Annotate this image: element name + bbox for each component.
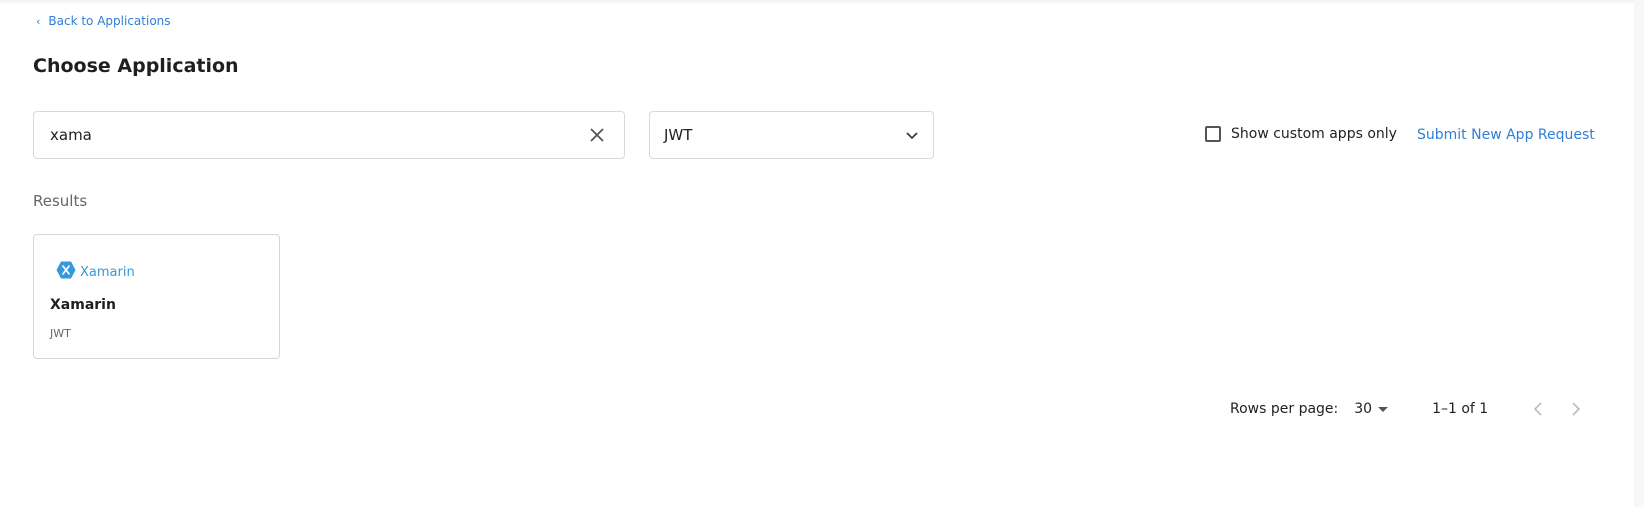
rows-per-page-select[interactable]: 30 — [1354, 401, 1389, 417]
page-range: 1–1 of 1 — [1432, 401, 1489, 417]
chevron-down-icon — [905, 126, 919, 145]
chevron-right-icon[interactable] — [1566, 399, 1586, 419]
sso-type-select[interactable]: JWT — [649, 111, 934, 159]
search-input[interactable] — [50, 126, 586, 144]
app-name: Xamarin — [50, 297, 116, 313]
close-icon[interactable] — [586, 124, 608, 146]
chevron-left-icon: ‹ — [36, 14, 41, 28]
rows-per-page-value: 30 — [1354, 401, 1373, 417]
search-field[interactable] — [33, 111, 625, 159]
custom-apps-label: Show custom apps only — [1231, 126, 1397, 142]
logo-wordmark: Xamarin — [80, 264, 135, 280]
back-link-label: Back to Applications — [48, 14, 171, 28]
select-value: JWT — [664, 126, 693, 144]
app-type: JWT — [50, 327, 71, 340]
app-logo: Xamarin — [56, 260, 135, 284]
app-card-xamarin[interactable]: Xamarin Xamarin JWT — [33, 234, 280, 359]
custom-apps-checkbox[interactable] — [1205, 126, 1221, 142]
submit-new-app-request-link[interactable]: Submit New App Request — [1417, 127, 1595, 143]
custom-apps-toggle[interactable]: Show custom apps only — [1205, 126, 1397, 142]
pagination: Rows per page: 30 1–1 of 1 — [1230, 399, 1604, 419]
page-title: Choose Application — [33, 55, 239, 77]
rows-per-page-label: Rows per page: — [1230, 401, 1339, 417]
chevron-left-icon[interactable] — [1528, 399, 1548, 419]
back-to-applications-link[interactable]: ‹ Back to Applications — [36, 14, 171, 28]
xamarin-logo-icon — [56, 260, 76, 284]
results-heading: Results — [33, 192, 88, 210]
caret-down-icon — [1378, 406, 1389, 412]
top-shadow — [0, 0, 1644, 4]
scrollbar-track[interactable] — [1634, 0, 1644, 507]
